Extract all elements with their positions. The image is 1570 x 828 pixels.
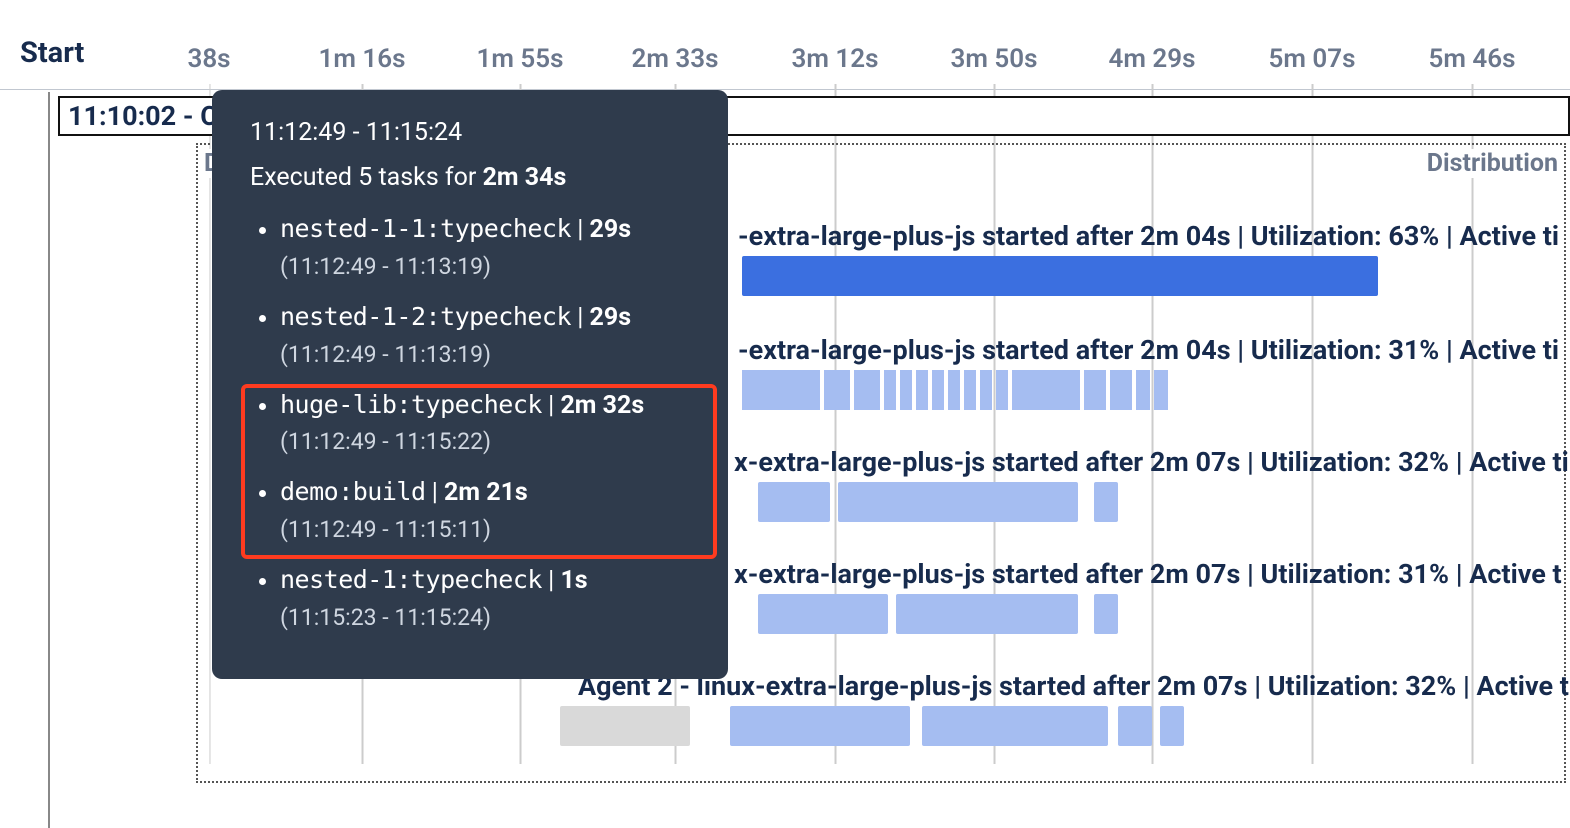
timeline-bar[interactable] [1118,706,1152,746]
tooltip-task-item: nested-1:typecheck | 1s (11:15:23 - 11:1… [280,563,698,633]
tooltip-time-range: 11:12:49 - 11:15:24 [250,118,698,147]
time-axis: Start 38s 1m 16s 1m 55s 2m 33s 3m 12s 3m… [0,30,1570,90]
agent-row-label: x-extra-large-plus-js started after 2m 0… [734,446,1569,478]
axis-tick: 3m 50s [951,44,1038,74]
timeline-bar[interactable] [896,594,1078,634]
agent-row-label: -extra-large-plus-js started after 2m 04… [738,334,1559,366]
agent-row-label: x-extra-large-plus-js started after 2m 0… [734,558,1562,590]
timeline-bar[interactable] [758,594,888,634]
chart-gutter-line [48,92,50,828]
timeline-bar[interactable] [1160,706,1184,746]
tooltip-task-item: nested-1-1:typecheck | 29s (11:12:49 - 1… [280,212,698,282]
timeline-bar[interactable] [1094,482,1118,522]
axis-tick: 1m 16s [319,44,406,74]
axis-tick: 1m 55s [477,44,564,74]
axis-tick: 4m 29s [1109,44,1196,74]
distribution-label-right: Distribution [1427,149,1558,178]
axis-tick: 5m 07s [1269,44,1356,74]
agent-row-label: Agent 2 - linux-extra-large-plus-js star… [578,670,1569,702]
timeline-bar[interactable] [730,706,910,746]
timeline-bar[interactable] [758,482,830,522]
axis-tick: 3m 12s [792,44,879,74]
timeline-bar[interactable] [1094,594,1118,634]
axis-tick: 38s [187,44,230,74]
annotation-highlight-box [241,384,717,559]
axis-start-label: Start [20,36,84,70]
axis-tick: 2m 33s [632,44,719,74]
timeline-bar[interactable] [742,256,1378,296]
timeline-bar[interactable] [838,482,1078,522]
axis-tick: 5m 46s [1429,44,1516,74]
tooltip-summary: Executed 5 tasks for 2m 34s [250,163,698,192]
timeline-bar-striped[interactable] [742,370,1174,410]
tooltip-task-item: nested-1-2:typecheck | 29s (11:12:49 - 1… [280,300,698,370]
timeline-bar[interactable] [922,706,1108,746]
agent-row-label: -extra-large-plus-js started after 2m 04… [738,220,1559,252]
timeline-bar-idle[interactable] [560,706,690,746]
